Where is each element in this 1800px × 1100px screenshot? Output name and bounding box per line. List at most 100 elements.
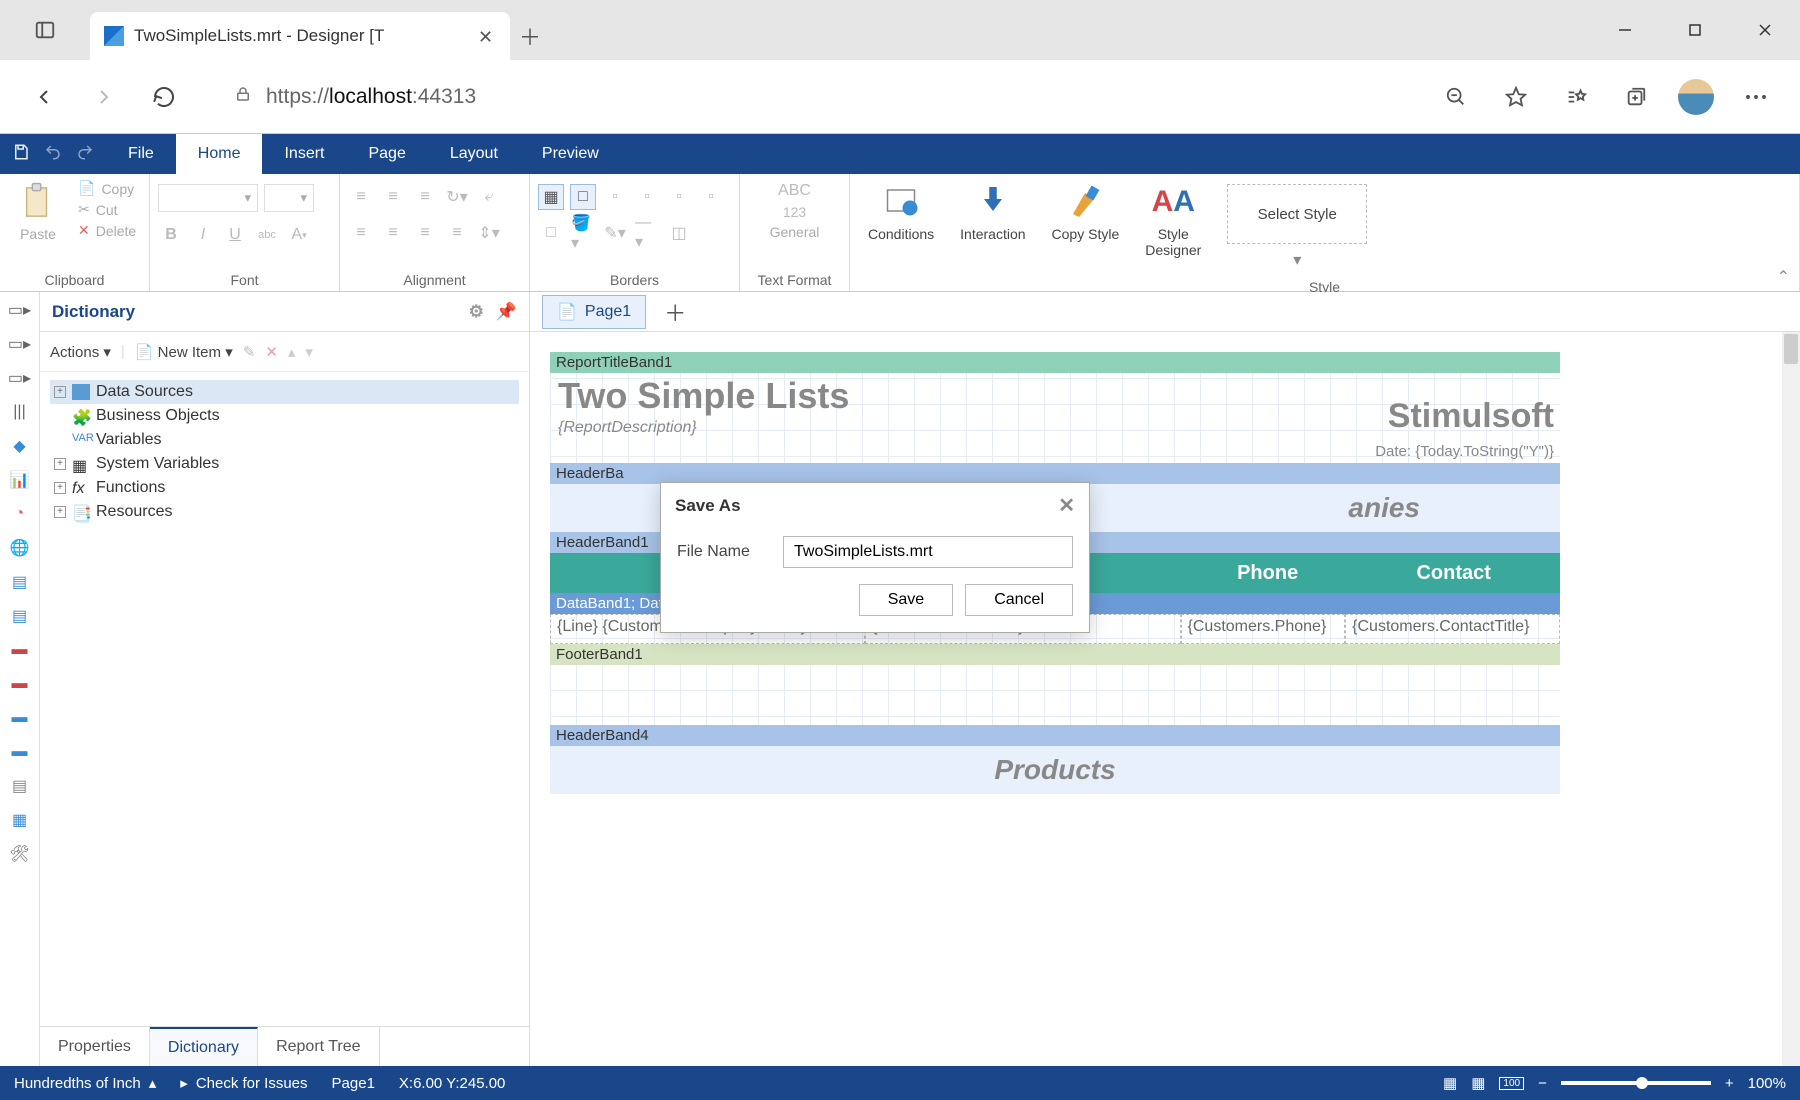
align-top-button[interactable]: ≡ [348,184,374,210]
section-products[interactable]: Products [550,746,1560,794]
panel-tab-report-tree[interactable]: Report Tree [258,1027,379,1066]
tree-item-data-sources[interactable]: +Data Sources [50,380,519,404]
align-right-button[interactable]: ≡ [412,220,438,246]
delete-button[interactable]: ✕Delete [74,220,140,241]
edit-icon[interactable]: ✎ [243,343,256,361]
text-format-button[interactable]: ABC 123 General [760,178,830,244]
zoom-slider[interactable] [1561,1081,1711,1085]
band-report-title[interactable]: ReportTitleBand1 [550,352,1560,373]
save-icon[interactable] [12,143,30,166]
tool-map-icon[interactable]: 🌐 [6,536,34,560]
close-tab-icon[interactable]: ✕ [478,27,496,45]
tool-sub-icon[interactable]: ▤ [6,774,34,798]
style-dropdown-icon[interactable]: ▾ [1293,250,1301,270]
border-top-button[interactable]: ▫ [634,184,660,210]
report-date[interactable]: Date: {Today.ToString("Y")} [1375,443,1554,460]
zoom-out-button[interactable]: − [1538,1075,1547,1092]
refresh-button[interactable] [140,73,188,121]
ribbon-tab-page[interactable]: Page [346,134,427,174]
tool-gauge-icon[interactable]: ◔ [6,502,34,526]
band-header4[interactable]: HeaderBand4 [550,725,1560,746]
collections-icon[interactable] [1612,73,1660,121]
band-footer1[interactable]: FooterBand1 [550,644,1560,665]
align-left-button[interactable]: ≡ [348,220,374,246]
tab-actions-icon[interactable] [0,0,90,60]
copy-style-button[interactable]: Copy Style [1042,178,1130,246]
tool-cursor-icon[interactable]: ▭▸ [6,298,34,322]
tool-panel-icon[interactable]: ▤ [6,570,34,594]
align-justify-button[interactable]: ≡ [444,220,470,246]
vertical-scrollbar[interactable] [1782,332,1800,1066]
ribbon-tab-preview[interactable]: Preview [520,134,621,174]
forward-button[interactable] [80,73,128,121]
delete-tree-icon[interactable]: ✕ [265,343,278,361]
tool-text-icon[interactable]: ▭▸ [6,332,34,356]
address-bar[interactable]: https://localhost:44313 [220,75,1400,119]
ribbon-tab-home[interactable]: Home [176,134,263,174]
tool-cross-icon[interactable]: ▦ [6,808,34,832]
file-name-input[interactable] [783,536,1073,568]
line-spacing-button[interactable]: ⇕▾ [476,220,502,246]
align-center-button[interactable]: ≡ [380,220,406,246]
tool-settings-icon[interactable]: 🛠 [6,842,34,866]
view-mode-3-icon[interactable]: 100 [1499,1077,1524,1090]
brand-text[interactable]: Stimulsoft [1388,397,1554,436]
band-header3[interactable]: HeaderBa [550,463,1560,484]
up-icon[interactable]: ▴ [288,343,296,361]
interaction-button[interactable]: Interaction [950,178,1035,246]
add-page-button[interactable]: ＋ [654,296,696,328]
panel-tab-properties[interactable]: Properties [40,1027,150,1066]
border-bottom-button[interactable]: ▫ [698,184,724,210]
profile-avatar[interactable] [1672,73,1720,121]
collapse-ribbon-icon[interactable]: ⌃ [1777,267,1790,287]
wrap-button[interactable]: ⤶ [476,184,502,210]
select-style-button[interactable]: Select Style [1227,184,1367,244]
italic-button[interactable]: I [190,222,216,248]
tree-item-business-objects[interactable]: 🧩Business Objects [50,404,519,428]
tool-shape-icon[interactable]: ◆ [6,434,34,458]
browser-tab[interactable]: TwoSimpleLists.mrt - Designer [T ✕ [90,12,510,60]
conditions-button[interactable]: Conditions [858,178,944,246]
tree-item-system-variables[interactable]: +▦System Variables [50,452,519,476]
close-icon[interactable]: ✕ [1058,493,1075,518]
new-item-dropdown[interactable]: 📄 New Item ▾ [135,343,233,361]
check-issues[interactable]: ▸ Check for Issues [180,1074,307,1092]
gear-icon[interactable]: ⚙ [469,302,484,322]
back-button[interactable] [20,73,68,121]
ribbon-tab-layout[interactable]: Layout [428,134,520,174]
zoom-in-button[interactable]: + [1725,1075,1734,1092]
border-right-button[interactable]: ▫ [666,184,692,210]
border-style-button[interactable]: —▾ [634,220,660,246]
tool-red2-icon[interactable]: ▬ [6,672,34,696]
close-window-button[interactable] [1730,0,1800,60]
tree-item-resources[interactable]: +📑Resources [50,500,519,524]
favorites-bar-icon[interactable] [1552,73,1600,121]
font-family-combo[interactable]: ▾ [158,184,258,212]
unit-selector[interactable]: Hundredths of Inch ▴ [14,1074,156,1092]
minimize-button[interactable] [1590,0,1660,60]
zoom-out-icon[interactable] [1432,73,1480,121]
bold-button[interactable]: B [158,222,184,248]
tool-chart-icon[interactable]: 📊 [6,468,34,492]
ribbon-tab-file[interactable]: File [106,134,176,174]
maximize-button[interactable] [1660,0,1730,60]
panel-tab-dictionary[interactable]: Dictionary [150,1027,258,1066]
undo-icon[interactable] [44,143,62,166]
tool-red1-icon[interactable]: ▬ [6,638,34,662]
font-color-button[interactable]: A▾ [286,222,312,248]
border-color-button[interactable]: ✎▾ [602,220,628,246]
view-mode-2-icon[interactable]: ▦ [1471,1074,1485,1092]
border-left-button[interactable]: ▫ [602,184,628,210]
border-outline-button[interactable]: □ [538,220,564,246]
cancel-button[interactable]: Cancel [965,584,1073,616]
border-all-button[interactable]: ▦ [538,184,564,210]
underline-button[interactable]: U [222,222,248,248]
cut-button[interactable]: ✂Cut [74,199,140,220]
style-designer-button[interactable]: AA Style Designer [1135,178,1211,262]
save-button[interactable]: Save [859,584,953,616]
align-bottom-button[interactable]: ≡ [412,184,438,210]
fill-color-button[interactable]: 🪣▾ [570,220,596,246]
paste-button[interactable]: Paste [8,178,68,246]
rotate-button[interactable]: ↻▾ [444,184,470,210]
pin-icon[interactable]: 📌 [496,302,517,322]
